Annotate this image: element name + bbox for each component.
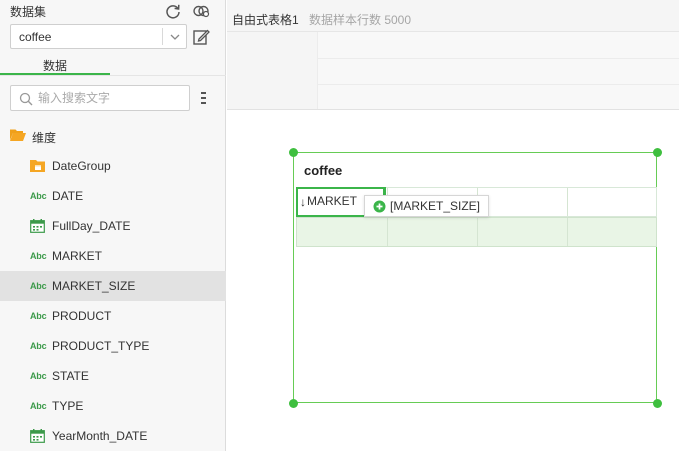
tab-divider — [0, 75, 226, 76]
drag-preview: [MARKET_SIZE] — [364, 195, 489, 217]
field-item[interactable]: Abc DATE — [0, 181, 226, 211]
sample-rows-info: 数据样本行数 5000 — [309, 13, 412, 27]
table-title: coffee — [304, 163, 343, 178]
text-type-badge: Abc — [30, 251, 47, 261]
dimension-folder-label: 维度 — [32, 131, 57, 145]
table-row[interactable] — [296, 217, 657, 247]
binding-row-divider — [317, 84, 679, 85]
abc-icon: Abc — [30, 249, 47, 263]
text-type-badge: Abc — [30, 311, 47, 321]
field-item-label: STATE — [52, 369, 89, 383]
text-type-badge: Abc — [30, 341, 47, 351]
field-item[interactable]: YearMonth_DATE — [0, 421, 226, 451]
binding-area[interactable] — [317, 32, 679, 109]
field-item[interactable]: Abc TYPE — [0, 391, 226, 421]
field-item[interactable]: Abc PRODUCT_TYPE — [0, 331, 226, 361]
search-icon — [19, 92, 33, 106]
expand-down-icon: ↓ — [300, 195, 306, 209]
field-item-label: TYPE — [52, 399, 84, 413]
search-box — [10, 85, 190, 111]
field-item[interactable]: Abc MARKET — [0, 241, 226, 271]
text-type-badge: Abc — [30, 401, 47, 411]
field-item-label: MARKET — [52, 249, 103, 263]
cell-divider — [387, 218, 388, 246]
field-list: DateGroup Abc DATE FullDay_DATE Abc MARKET Abc… — [0, 151, 226, 451]
resize-handle[interactable] — [289, 148, 298, 157]
text-type-badge: Abc — [30, 191, 47, 201]
drag-preview-label: [MARKET_SIZE] — [390, 199, 481, 213]
abc-icon: Abc — [30, 369, 47, 383]
cell-divider — [567, 188, 568, 216]
dataset-link-icon[interactable] — [192, 2, 210, 20]
field-item[interactable]: Abc PRODUCT — [0, 301, 226, 331]
field-item[interactable]: Abc STATE — [0, 361, 226, 391]
abc-icon: Abc — [30, 399, 47, 413]
text-type-badge: Abc — [30, 281, 47, 291]
abc-icon: Abc — [30, 189, 47, 203]
cell-field-label: MARKET — [307, 194, 358, 208]
field-item[interactable]: FullDay_DATE — [0, 211, 226, 241]
resize-handle[interactable] — [653, 148, 662, 157]
field-item-label: MARKET_SIZE — [52, 279, 136, 293]
resize-handle[interactable] — [289, 399, 298, 408]
field-item-label: DateGroup — [52, 159, 111, 173]
component-title: 自由式表格1 — [232, 13, 299, 27]
dataset-select-value: coffee — [19, 30, 52, 44]
folder-open-icon — [10, 129, 26, 141]
chevron-down-icon[interactable] — [169, 31, 181, 43]
cell-divider — [477, 218, 478, 246]
field-item-label: YearMonth_DATE — [52, 429, 148, 443]
more-options-icon[interactable] — [199, 89, 209, 107]
folder-date-icon — [30, 159, 46, 173]
edit-icon[interactable] — [192, 28, 210, 46]
dataset-heading: 数据集 — [10, 5, 47, 19]
freeform-table-widget[interactable]: coffee ↓ MARKET — [293, 152, 657, 403]
calendar-icon — [30, 219, 46, 233]
binding-row-divider — [317, 58, 679, 59]
field-item[interactable]: Abc MARKET_SIZE — [0, 271, 226, 301]
abc-icon: Abc — [30, 309, 47, 323]
data-panel: 数据集 coffee 数据 输入搜索文字 维度 DateGroup Abc DA… — [0, 0, 226, 451]
field-item[interactable]: DateGroup — [0, 151, 226, 181]
field-item-label: DATE — [52, 189, 84, 203]
search-input[interactable] — [38, 89, 183, 107]
add-circle-icon — [373, 200, 386, 213]
cell-divider — [567, 218, 568, 246]
field-item-label: PRODUCT_TYPE — [52, 339, 150, 353]
field-item-label: PRODUCT — [52, 309, 112, 323]
abc-icon: Abc — [30, 339, 47, 353]
resize-handle[interactable] — [653, 399, 662, 408]
abc-icon: Abc — [30, 279, 47, 293]
filter-toolbar: 自由式表格1 数据样本行数 5000 — [227, 0, 679, 110]
text-type-badge: Abc — [30, 371, 47, 381]
dataset-select[interactable]: coffee — [10, 24, 187, 49]
refresh-icon[interactable] — [164, 2, 182, 20]
field-item-label: FullDay_DATE — [52, 219, 131, 233]
dimension-folder[interactable]: 维度 — [0, 122, 226, 150]
calendar-icon — [30, 429, 46, 443]
select-divider — [162, 28, 163, 45]
